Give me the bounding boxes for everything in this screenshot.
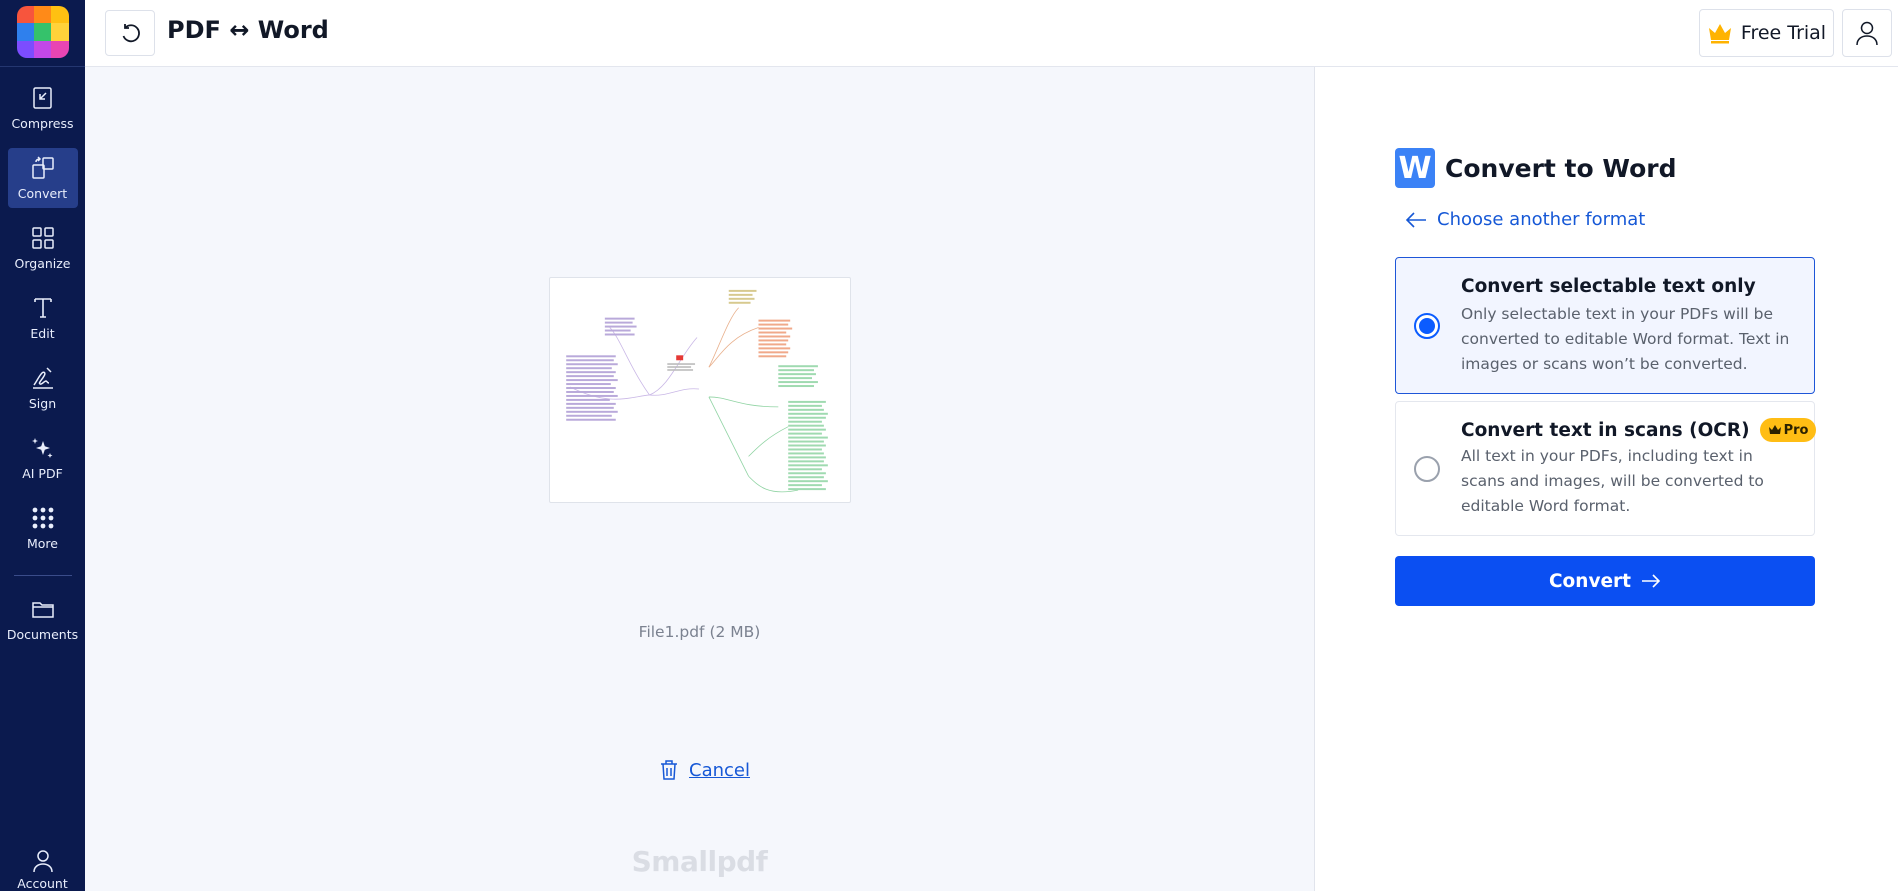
free-trial-button[interactable]: Free Trial xyxy=(1699,9,1834,57)
panel-header: W Convert to Word xyxy=(1395,148,1676,188)
convert-label: Convert xyxy=(1548,570,1632,592)
sidebar-item-label: Convert xyxy=(17,186,68,201)
sidebar-item-label: Documents xyxy=(6,627,79,642)
option-ocr[interactable]: Convert text in scans (OCR) Pro All text… xyxy=(1395,401,1817,536)
edit-icon xyxy=(33,298,52,318)
panel-title: Convert to Word xyxy=(1445,153,1677,183)
convert-button[interactable]: Convert xyxy=(1395,556,1815,606)
pdf-thumbnail xyxy=(549,277,851,503)
sidebar-item-documents[interactable]: Documents xyxy=(6,589,79,649)
crown-icon xyxy=(1768,425,1781,434)
trash-icon xyxy=(661,760,677,780)
organize-icon xyxy=(31,227,54,249)
file-name-label: File1.pdf (2 MB) xyxy=(638,623,761,641)
sidebar-item-label: Sign xyxy=(28,396,57,411)
arrow-right-icon xyxy=(1642,574,1661,588)
sidebar-item-label: More xyxy=(27,536,58,551)
option-title: Convert selectable text only xyxy=(1461,276,1756,297)
grid-dots-icon xyxy=(32,507,53,529)
sidebar: Compress Convert Organize Edit Sign AI P… xyxy=(0,0,85,891)
option-description: All text in your PDFs, including text in… xyxy=(1461,447,1764,515)
pro-badge-label: Pro xyxy=(1783,422,1809,438)
option-description: Only selectable text in your PDFs will b… xyxy=(1461,305,1790,373)
sidebar-item-label: Organize xyxy=(14,256,71,271)
sidebar-divider xyxy=(13,575,72,576)
arrow-left-icon xyxy=(1405,211,1426,228)
page-title: PDF ↔ Word xyxy=(167,16,329,44)
option-title: Convert text in scans (OCR) xyxy=(1461,419,1750,441)
convert-icon xyxy=(31,156,54,179)
radio-ocr[interactable] xyxy=(1414,456,1440,482)
word-icon: W xyxy=(1395,148,1435,188)
free-trial-label: Free Trial xyxy=(1740,22,1827,44)
sign-icon xyxy=(32,367,53,389)
choose-another-format-link[interactable]: Choose another format xyxy=(1405,209,1645,230)
folder-icon xyxy=(31,602,54,618)
smallpdf-logo[interactable] xyxy=(16,6,69,58)
radio-selectable-text[interactable] xyxy=(1414,313,1440,339)
choose-another-format-label: Choose another format xyxy=(1437,209,1646,230)
sidebar-item-account[interactable]: Account xyxy=(0,848,85,891)
sidebar-item-more[interactable]: More xyxy=(8,498,78,558)
crown-icon xyxy=(1708,24,1731,44)
sidebar-item-label: Edit xyxy=(30,326,55,341)
sidebar-item-label: AI PDF xyxy=(22,466,63,481)
sparkles-icon xyxy=(31,438,52,458)
cancel-label: Cancel xyxy=(689,759,750,781)
undo-icon xyxy=(122,24,140,43)
sidebar-item-convert[interactable]: Convert xyxy=(7,148,78,208)
option-title-row: Convert text in scans (OCR) Pro xyxy=(1461,418,1817,442)
compress-icon xyxy=(32,87,52,109)
sidebar-item-ai-pdf[interactable]: AI PDF xyxy=(8,428,78,488)
sidebar-item-label: Compress xyxy=(11,116,74,131)
file-preview-area: File1.pdf (2 MB) Cancel Smallpdf xyxy=(85,67,1314,891)
sidebar-item-compress[interactable]: Compress xyxy=(8,78,78,138)
user-profile-button[interactable] xyxy=(1842,9,1892,57)
smallpdf-wordmark: Smallpdf xyxy=(631,845,768,878)
user-icon xyxy=(1856,21,1878,46)
sidebar-item-edit[interactable]: Edit xyxy=(8,288,78,348)
sidebar-item-organize[interactable]: Organize xyxy=(8,218,78,278)
sidebar-divider-top xyxy=(0,66,85,67)
pro-badge: Pro xyxy=(1759,418,1817,442)
top-header: PDF ↔ Word Free Trial xyxy=(85,0,1898,67)
undo-button[interactable] xyxy=(105,10,155,56)
option-selectable-text[interactable]: Convert selectable text only Only select… xyxy=(1395,257,1815,394)
mindmap-preview-image xyxy=(566,289,828,493)
sidebar-item-label: Account xyxy=(17,876,68,891)
sidebar-item-sign[interactable]: Sign xyxy=(8,358,78,418)
conversion-options-panel: W Convert to Word Choose another format … xyxy=(1315,67,1898,891)
account-icon xyxy=(32,850,53,873)
cancel-button[interactable]: Cancel xyxy=(659,759,750,781)
